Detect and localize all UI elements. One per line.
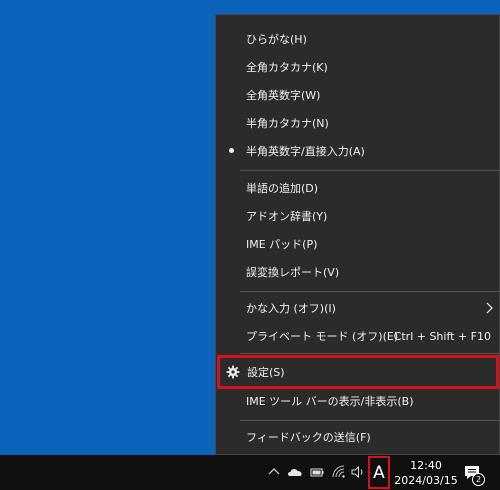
menu-item-settings[interactable]: 設定(S) <box>217 355 499 389</box>
ime-context-menu: ひらがな(H) 全角カタカナ(K) 全角英数字(W) 半角カタカナ(N) 半角英… <box>215 14 500 455</box>
ime-mode-indicator[interactable]: A <box>368 456 390 489</box>
menu-item-label: 半角英数字/直接入力(A) <box>246 145 365 158</box>
taskbar-clock[interactable]: 12:40 2024/03/15 <box>392 458 460 488</box>
menu-item-send-feedback[interactable]: フィードバックの送信(F) <box>216 424 499 450</box>
menu-item-label: 全角カタカナ(K) <box>246 61 328 74</box>
menu-separator <box>240 291 499 292</box>
menu-item-label: 誤変換レポート(V) <box>246 266 340 279</box>
menu-item-hankaku-katakana[interactable]: 半角カタカナ(N) <box>216 110 499 136</box>
menu-separator <box>240 420 499 421</box>
menu-item-conversion-report[interactable]: 誤変換レポート(V) <box>216 259 499 285</box>
onedrive-icon[interactable] <box>287 464 303 480</box>
wifi-icon[interactable] <box>331 464 347 480</box>
menu-item-add-word[interactable]: 単語の追加(D) <box>216 175 499 201</box>
menu-item-hiragana[interactable]: ひらがな(H) <box>216 26 499 52</box>
menu-item-shortcut: Ctrl + Shift + F10 <box>393 329 491 343</box>
menu-item-label: 全角英数字(W) <box>246 89 321 102</box>
chevron-right-icon <box>486 302 493 314</box>
menu-item-zenkaku-eisu[interactable]: 全角英数字(W) <box>216 82 499 108</box>
clock-date: 2024/03/15 <box>394 474 458 487</box>
menu-item-kana-input[interactable]: かな入力 (オフ)(I) <box>216 295 499 321</box>
menu-separator <box>240 170 499 171</box>
chevron-up-icon[interactable] <box>266 464 282 480</box>
menu-separator <box>240 353 499 354</box>
menu-item-label: 半角カタカナ(N) <box>246 117 329 130</box>
selected-bullet-icon <box>229 148 234 153</box>
battery-icon[interactable] <box>309 464 325 480</box>
menu-item-addon-dictionary[interactable]: アドオン辞書(Y) <box>216 203 499 229</box>
menu-item-label: IME パッド(P) <box>246 238 318 251</box>
ime-mode-label: A <box>373 462 385 483</box>
clock-time: 12:40 <box>410 459 442 472</box>
menu-item-label: ひらがな(H) <box>246 33 307 46</box>
menu-item-label: IME ツール バーの表示/非表示(B) <box>246 395 414 408</box>
gear-icon <box>226 365 240 379</box>
menu-item-label: かな入力 (オフ)(I) <box>246 302 336 315</box>
menu-item-zenkaku-katakana[interactable]: 全角カタカナ(K) <box>216 54 499 80</box>
menu-item-label: フィードバックの送信(F) <box>246 431 371 444</box>
notification-count: 2 <box>475 475 482 484</box>
taskbar: A 12:40 2024/03/15 2 <box>0 455 500 490</box>
volume-icon[interactable] <box>350 464 366 480</box>
menu-item-label: プライベート モード (オフ)(E) <box>246 330 399 343</box>
notification-count-badge: 2 <box>472 473 485 486</box>
menu-item-label: アドオン辞書(Y) <box>246 210 328 223</box>
menu-item-toolbar-toggle[interactable]: IME ツール バーの表示/非表示(B) <box>216 388 499 414</box>
menu-item-label: 単語の追加(D) <box>246 182 319 195</box>
menu-item-label: 設定(S) <box>247 366 285 379</box>
menu-item-ime-pad[interactable]: IME パッド(P) <box>216 231 499 257</box>
menu-item-hankaku-eisu[interactable]: 半角英数字/直接入力(A) <box>216 138 499 164</box>
menu-item-private-mode[interactable]: プライベート モード (オフ)(E) Ctrl + Shift + F10 <box>216 323 499 349</box>
